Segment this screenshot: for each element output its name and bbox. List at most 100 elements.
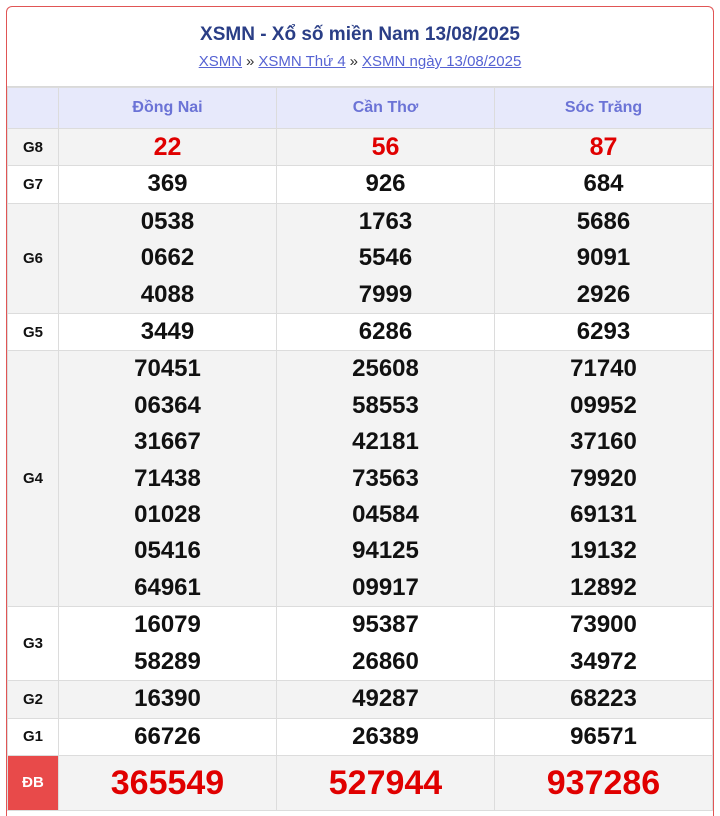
prize-number: 369 xyxy=(147,170,188,198)
prize-number: 12892 xyxy=(570,573,637,601)
prize-label: G1 xyxy=(7,717,59,756)
breadcrumb-separator: » xyxy=(246,53,255,70)
prize-cell: 527944 xyxy=(276,754,495,811)
breadcrumb-separator: » xyxy=(349,53,359,70)
prize-number: 5546 xyxy=(358,244,413,272)
prize-number: 9091 xyxy=(576,244,631,272)
prize-number: 79920 xyxy=(570,464,637,492)
prize-label: G6 xyxy=(7,202,59,315)
prize-number: 22 xyxy=(153,133,182,161)
prize-number: 31667 xyxy=(134,428,201,456)
prize-cell: 96571 xyxy=(494,717,713,756)
prize-row: G8 22 56 87 xyxy=(7,127,713,167)
province-header-row: Đồng Nai Cần Thơ Sóc Trăng xyxy=(7,87,713,129)
prize-number: 01028 xyxy=(134,501,201,529)
prize-number: 04584 xyxy=(352,501,419,529)
prize-number: 09917 xyxy=(352,573,419,601)
results-header: XSMN - Xổ số miền Nam 13/08/2025 XSMN» XS… xyxy=(7,7,713,87)
prize-number: 05416 xyxy=(134,537,201,565)
prize-label: G2 xyxy=(7,680,59,719)
prize-number: 71740 xyxy=(570,355,637,383)
prize-cell: 5686 9091 2926 xyxy=(494,202,713,315)
prize-cell: 56 xyxy=(276,127,495,167)
results-panel: XSMN - Xổ số miền Nam 13/08/2025 XSMN» XS… xyxy=(6,6,714,816)
prize-number: 73900 xyxy=(570,611,637,639)
breadcrumb-link-weekday[interactable]: XSMN Thứ 4 xyxy=(258,53,345,70)
prize-number: 96571 xyxy=(570,722,637,750)
prize-number: 2926 xyxy=(576,280,631,308)
prize-number: 68223 xyxy=(570,685,637,713)
prize-cell: 70451 06364 31667 71438 01028 05416 64961 xyxy=(58,350,277,608)
prize-number: 66726 xyxy=(134,722,201,750)
prize-number: 19132 xyxy=(570,537,637,565)
prize-number: 26860 xyxy=(352,647,419,675)
prize-number: 64961 xyxy=(134,573,201,601)
prize-number: 16079 xyxy=(134,611,201,639)
prize-number: 58553 xyxy=(352,391,419,419)
prize-label: G3 xyxy=(7,606,59,682)
prize-number: 95387 xyxy=(352,611,419,639)
prize-number: 3449 xyxy=(140,318,195,346)
prize-cell: 73900 34972 xyxy=(494,606,713,682)
prize-number: 684 xyxy=(583,170,624,198)
page-title: XSMN - Xổ số miền Nam 13/08/2025 xyxy=(200,24,520,45)
prize-cell: 95387 26860 xyxy=(276,606,495,682)
prize-label: G8 xyxy=(7,127,59,167)
prize-number: 26389 xyxy=(352,722,419,750)
province-header[interactable]: Cần Thơ xyxy=(276,87,495,129)
prize-row: G6 0538 0662 4088 1763 5546 7999 5686 9091 2926 xyxy=(7,202,713,315)
prize-number: 6286 xyxy=(358,318,413,346)
prize-number: 42181 xyxy=(352,428,419,456)
prize-row: G7 369 926 684 xyxy=(7,165,713,204)
province-header[interactable]: Sóc Trăng xyxy=(494,87,713,129)
breadcrumb-link-xsmn[interactable]: XSMN xyxy=(199,53,242,70)
prize-row: G2 16390 49287 68223 xyxy=(7,680,713,719)
prize-cell: 68223 xyxy=(494,680,713,719)
prize-number: 09952 xyxy=(570,391,637,419)
prize-number: 06364 xyxy=(134,391,201,419)
prize-cell: 369 xyxy=(58,165,277,204)
prize-cell: 6286 xyxy=(276,313,495,352)
prize-number: 0538 xyxy=(140,207,195,235)
corner-cell xyxy=(7,87,59,129)
prize-cell: 16390 xyxy=(58,680,277,719)
prize-label: G4 xyxy=(7,350,59,608)
prize-number: 71438 xyxy=(134,464,201,492)
prize-number: 69131 xyxy=(570,501,637,529)
prize-number: 1763 xyxy=(358,207,413,235)
prize-cell: 49287 xyxy=(276,680,495,719)
prize-number: 0662 xyxy=(140,244,195,272)
prize-number: 49287 xyxy=(352,685,419,713)
prize-number: 34972 xyxy=(570,647,637,675)
breadcrumb-link-date[interactable]: XSMN ngày 13/08/2025 xyxy=(362,53,521,70)
prize-cell: 66726 xyxy=(58,717,277,756)
prize-number: 73563 xyxy=(352,464,419,492)
prize-label: G5 xyxy=(7,313,59,352)
prize-cell: 0538 0662 4088 xyxy=(58,202,277,315)
prize-number: 70451 xyxy=(134,355,201,383)
province-header[interactable]: Đồng Nai xyxy=(58,87,277,129)
breadcrumb: XSMN» XSMN Thứ 4» XSMN ngày 13/08/2025 xyxy=(7,53,713,71)
prize-number: 4088 xyxy=(140,280,195,308)
prize-row: G4 70451 06364 31667 71438 01028 05416 64961 256… xyxy=(7,350,713,608)
prize-row: G5 3449 6286 6293 xyxy=(7,313,713,352)
prize-row: G1 66726 26389 96571 xyxy=(7,717,713,756)
prize-number: 87 xyxy=(589,133,618,161)
prize-number: 58289 xyxy=(134,647,201,675)
prize-cell: 937286 xyxy=(494,754,713,811)
special-prize-number: 365549 xyxy=(110,763,225,802)
prize-cell: 6293 xyxy=(494,313,713,352)
prize-cell: 16079 58289 xyxy=(58,606,277,682)
prize-row: ĐB 365549 527944 937286 xyxy=(7,754,713,811)
prize-cell: 3449 xyxy=(58,313,277,352)
prize-number: 37160 xyxy=(570,428,637,456)
prize-number: 94125 xyxy=(352,537,419,565)
prize-number: 6293 xyxy=(576,318,631,346)
prize-cell: 87 xyxy=(494,127,713,167)
prize-number: 25608 xyxy=(352,355,419,383)
prize-cell: 22 xyxy=(58,127,277,167)
prize-cell: 26389 xyxy=(276,717,495,756)
results-table: Đồng Nai Cần Thơ Sóc Trăng G8 22 56 87 G7 369… xyxy=(7,87,713,811)
prize-number: 56 xyxy=(371,133,400,161)
prize-cell: 71740 09952 37160 79920 69131 19132 12892 xyxy=(494,350,713,608)
